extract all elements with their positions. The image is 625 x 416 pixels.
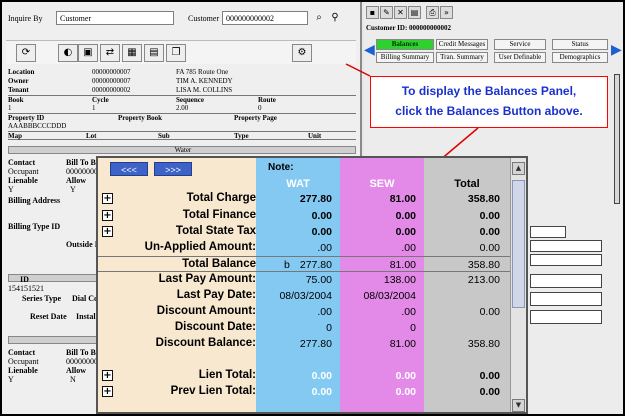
- sew-value: 81.00: [389, 259, 416, 271]
- sew-header: SEW: [369, 178, 395, 190]
- balance-label: Total Balance: [182, 258, 256, 270]
- expand-icon[interactable]: +: [102, 386, 113, 397]
- sew-value: .00: [401, 306, 416, 318]
- sew-value: .00: [401, 242, 416, 254]
- wat-value: 277.80: [299, 259, 332, 271]
- next-page-button[interactable]: >>>: [154, 162, 192, 176]
- balance-row: Last Pay Date: 08/03/2004 08/03/2004: [98, 288, 510, 304]
- expand-icon[interactable]: +: [102, 210, 113, 221]
- balance-label: Discount Date:: [174, 321, 256, 333]
- total-value: 358.80: [467, 338, 500, 350]
- balance-label: Prev Lien Total:: [170, 385, 256, 397]
- balance-row: Discount Date: 0 0: [98, 320, 510, 336]
- balance-label: Discount Balance:: [155, 337, 256, 349]
- total-value: 358.80: [467, 193, 500, 205]
- sew-value: 0.00: [395, 210, 416, 222]
- balance-label: Total Charge: [186, 192, 256, 204]
- total-value: 0.00: [479, 210, 500, 222]
- callout-line-2: click the Balances Button above.: [395, 104, 583, 118]
- balance-label: Total Finance: [182, 209, 256, 221]
- sew-value: 0: [410, 322, 416, 334]
- total-header: Total: [454, 178, 480, 190]
- sew-value: 08/03/2004: [363, 290, 416, 302]
- balances-panel: <<< >>> Note: WAT SEW Total + Total Charg…: [96, 156, 528, 414]
- balance-row: + Total State Tax 0.00 0.00 0.00: [98, 224, 510, 240]
- balance-row: Total Balance b 277.80 81.00 358.80: [98, 256, 510, 272]
- sew-value: 138.00: [383, 274, 416, 286]
- scroll-up-icon[interactable]: ▲: [512, 162, 525, 175]
- balance-row: Discount Balance: 277.80 81.00 358.80: [98, 336, 510, 352]
- total-value: 0.00: [479, 306, 500, 318]
- balance-row: Last Pay Amount: 75.00 138.00 213.00: [98, 272, 510, 288]
- wat-value: .00: [317, 242, 332, 254]
- expand-icon[interactable]: +: [102, 193, 113, 204]
- balance-row: + Lien Total: 0.00 0.00 0.00: [98, 368, 510, 384]
- balance-row: Discount Amount: .00 .00 0.00: [98, 304, 510, 320]
- balance-label: Total State Tax: [175, 225, 256, 237]
- total-value: 0.00: [479, 226, 500, 238]
- wat-value: 0.00: [311, 226, 332, 238]
- sew-value: 81.00: [389, 193, 416, 205]
- previous-page-button[interactable]: <<<: [110, 162, 148, 176]
- balance-row: Un-Applied Amount: .00 .00 0.00: [98, 240, 510, 256]
- note-label: Note:: [268, 162, 294, 173]
- wat-value: 277.80: [299, 193, 332, 205]
- total-value: 0.00: [479, 386, 500, 398]
- wat-header: WAT: [286, 178, 310, 190]
- balance-row: + Total Charge 277.80 81.00 358.80: [98, 191, 510, 207]
- expand-icon[interactable]: +: [102, 370, 113, 381]
- balance-label: Last Pay Date:: [176, 289, 256, 301]
- callout-line-1: To display the Balances Panel,: [401, 84, 577, 98]
- sew-value: 0.00: [395, 226, 416, 238]
- app-window: Inquire By Customer Customer 00000000000…: [2, 2, 623, 414]
- wat-value: 0.00: [311, 370, 332, 382]
- balances-scrollbar[interactable]: ▲ ▼: [510, 158, 526, 412]
- wat-value: 0: [326, 322, 332, 334]
- wat-value: 277.80: [299, 338, 332, 350]
- balance-label: Lien Total:: [198, 369, 256, 381]
- wat-value: 08/03/2004: [279, 290, 332, 302]
- balance-row: + Prev Lien Total: 0.00 0.00 0.00: [98, 384, 510, 400]
- balance-row: + Total Finance 0.00 0.00 0.00: [98, 208, 510, 224]
- scroll-thumb[interactable]: [512, 180, 525, 308]
- wat-value: .00: [317, 306, 332, 318]
- instruction-callout: To display the Balances Panel, click the…: [370, 76, 608, 128]
- wat-value: 0.00: [311, 386, 332, 398]
- wat-value: 0.00: [311, 210, 332, 222]
- balance-label: Last Pay Amount:: [158, 273, 256, 285]
- expand-icon[interactable]: +: [102, 226, 113, 237]
- total-value: 358.80: [467, 259, 500, 271]
- total-value: 0.00: [479, 242, 500, 254]
- sew-value: 81.00: [389, 338, 416, 350]
- balance-label: Un-Applied Amount:: [144, 241, 256, 253]
- scroll-down-icon[interactable]: ▼: [512, 399, 525, 412]
- sew-value: 0.00: [395, 370, 416, 382]
- balance-label: Discount Amount:: [156, 305, 256, 317]
- total-value: 213.00: [467, 274, 500, 286]
- total-value: 0.00: [479, 370, 500, 382]
- sew-value: 0.00: [395, 386, 416, 398]
- wat-value: 75.00: [305, 274, 332, 286]
